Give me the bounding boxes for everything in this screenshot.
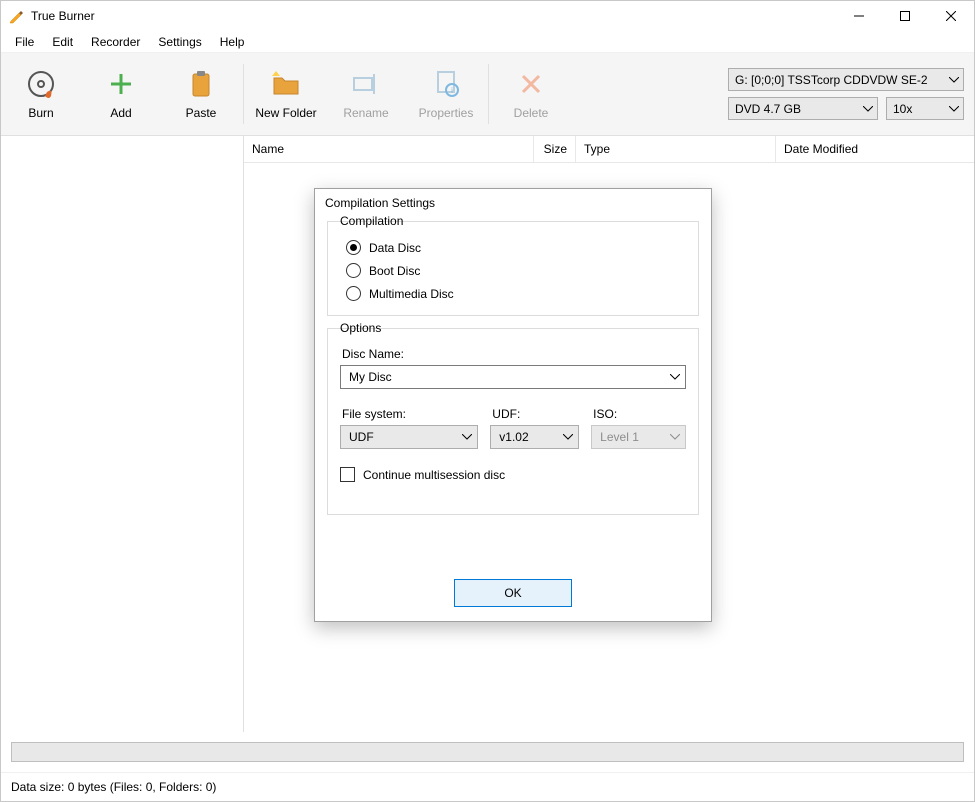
delete-icon bbox=[515, 68, 547, 100]
chevron-down-icon bbox=[949, 106, 959, 112]
radio-boot-disc[interactable]: Boot Disc bbox=[346, 263, 686, 278]
radio-multimedia-disc-label: Multimedia Disc bbox=[369, 287, 454, 301]
disc-name-value: My Disc bbox=[349, 370, 392, 384]
rename-label: Rename bbox=[343, 106, 388, 120]
disc-name-combo[interactable]: My Disc bbox=[340, 365, 686, 389]
iso-label: ISO: bbox=[593, 407, 686, 421]
titlebar: True Burner bbox=[1, 1, 974, 31]
compilation-group: Compilation Data Disc Boot Disc Multimed… bbox=[327, 221, 699, 316]
chevron-down-icon bbox=[949, 77, 959, 83]
progress-area bbox=[1, 732, 974, 772]
minimize-button[interactable] bbox=[836, 1, 882, 31]
menu-settings[interactable]: Settings bbox=[150, 33, 209, 51]
new-folder-icon bbox=[270, 68, 302, 100]
burn-label: Burn bbox=[28, 106, 53, 120]
file-system-value: UDF bbox=[349, 430, 374, 444]
new-folder-label: New Folder bbox=[255, 106, 316, 120]
list-header: Name Size Type Date Modified bbox=[244, 136, 974, 163]
radio-icon bbox=[346, 286, 361, 301]
column-name[interactable]: Name bbox=[244, 136, 534, 162]
compilation-settings-dialog: Compilation Settings Compilation Data Di… bbox=[314, 188, 712, 622]
drive-select-value: G: [0;0;0] TSSTcorp CDDVDW SE-2 bbox=[735, 73, 928, 87]
close-button[interactable] bbox=[928, 1, 974, 31]
udf-label: UDF: bbox=[492, 407, 579, 421]
dialog-title: Compilation Settings bbox=[315, 189, 711, 217]
add-label: Add bbox=[110, 106, 131, 120]
burn-button[interactable]: Burn bbox=[1, 53, 81, 135]
udf-value: v1.02 bbox=[499, 430, 528, 444]
svg-text:i: i bbox=[451, 86, 453, 95]
app-title: True Burner bbox=[31, 9, 95, 23]
status-text: Data size: 0 bytes (Files: 0, Folders: 0… bbox=[11, 780, 216, 794]
menubar: File Edit Recorder Settings Help bbox=[1, 31, 974, 53]
paste-label: Paste bbox=[186, 106, 217, 120]
properties-icon: i bbox=[430, 68, 462, 100]
iso-value: Level 1 bbox=[600, 430, 639, 444]
radio-boot-disc-label: Boot Disc bbox=[369, 264, 420, 278]
drive-controls: G: [0;0;0] TSSTcorp CDDVDW SE-2 DVD 4.7 … bbox=[728, 68, 964, 120]
fs-label: File system: bbox=[342, 407, 478, 421]
ok-button-label: OK bbox=[504, 586, 521, 600]
ok-button[interactable]: OK bbox=[454, 579, 572, 607]
column-date[interactable]: Date Modified bbox=[776, 136, 974, 162]
menu-recorder[interactable]: Recorder bbox=[83, 33, 148, 51]
column-size[interactable]: Size bbox=[534, 136, 576, 162]
clipboard-icon bbox=[185, 68, 217, 100]
tree-pane[interactable] bbox=[1, 136, 244, 732]
menu-file[interactable]: File bbox=[7, 33, 42, 51]
disc-name-label: Disc Name: bbox=[342, 347, 686, 361]
multisession-checkbox[interactable]: Continue multisession disc bbox=[340, 467, 686, 482]
chevron-down-icon bbox=[563, 434, 573, 440]
maximize-button[interactable] bbox=[882, 1, 928, 31]
paste-button[interactable]: Paste bbox=[161, 53, 241, 135]
drive-select[interactable]: G: [0;0;0] TSSTcorp CDDVDW SE-2 bbox=[728, 68, 964, 91]
options-group: Options Disc Name: My Disc File system: … bbox=[327, 328, 699, 515]
rename-button: Rename bbox=[326, 53, 406, 135]
media-select-value: DVD 4.7 GB bbox=[735, 102, 801, 116]
main-window: True Burner File Edit Recorder Settings … bbox=[0, 0, 975, 802]
toolbar-separator bbox=[488, 64, 489, 124]
progress-bar bbox=[11, 742, 964, 762]
speed-select-value: 10x bbox=[893, 102, 912, 116]
properties-button: i Properties bbox=[406, 53, 486, 135]
chevron-down-icon bbox=[863, 106, 873, 112]
delete-label: Delete bbox=[514, 106, 549, 120]
properties-label: Properties bbox=[419, 106, 474, 120]
menu-help[interactable]: Help bbox=[212, 33, 253, 51]
delete-button: Delete bbox=[491, 53, 571, 135]
radio-data-disc[interactable]: Data Disc bbox=[346, 240, 686, 255]
radio-data-disc-label: Data Disc bbox=[369, 241, 421, 255]
multisession-label: Continue multisession disc bbox=[363, 468, 505, 482]
radio-icon bbox=[346, 263, 361, 278]
radio-icon bbox=[346, 240, 361, 255]
file-system-select[interactable]: UDF bbox=[340, 425, 478, 449]
checkbox-icon bbox=[340, 467, 355, 482]
app-icon bbox=[9, 8, 25, 24]
toolbar-separator bbox=[243, 64, 244, 124]
plus-icon bbox=[105, 68, 137, 100]
rename-icon bbox=[350, 68, 382, 100]
radio-multimedia-disc[interactable]: Multimedia Disc bbox=[346, 286, 686, 301]
column-type[interactable]: Type bbox=[576, 136, 776, 162]
toolbar: Burn Add Paste New Folder Rename i bbox=[1, 53, 974, 136]
dialog-footer: OK bbox=[315, 565, 711, 621]
media-select[interactable]: DVD 4.7 GB bbox=[728, 97, 878, 120]
add-button[interactable]: Add bbox=[81, 53, 161, 135]
menu-edit[interactable]: Edit bbox=[44, 33, 81, 51]
new-folder-button[interactable]: New Folder bbox=[246, 53, 326, 135]
statusbar: Data size: 0 bytes (Files: 0, Folders: 0… bbox=[1, 772, 974, 801]
iso-select: Level 1 bbox=[591, 425, 686, 449]
speed-select[interactable]: 10x bbox=[886, 97, 964, 120]
chevron-down-icon bbox=[670, 374, 680, 380]
udf-select[interactable]: v1.02 bbox=[490, 425, 579, 449]
chevron-down-icon bbox=[670, 434, 680, 440]
burn-icon bbox=[25, 68, 57, 100]
chevron-down-icon bbox=[462, 434, 472, 440]
